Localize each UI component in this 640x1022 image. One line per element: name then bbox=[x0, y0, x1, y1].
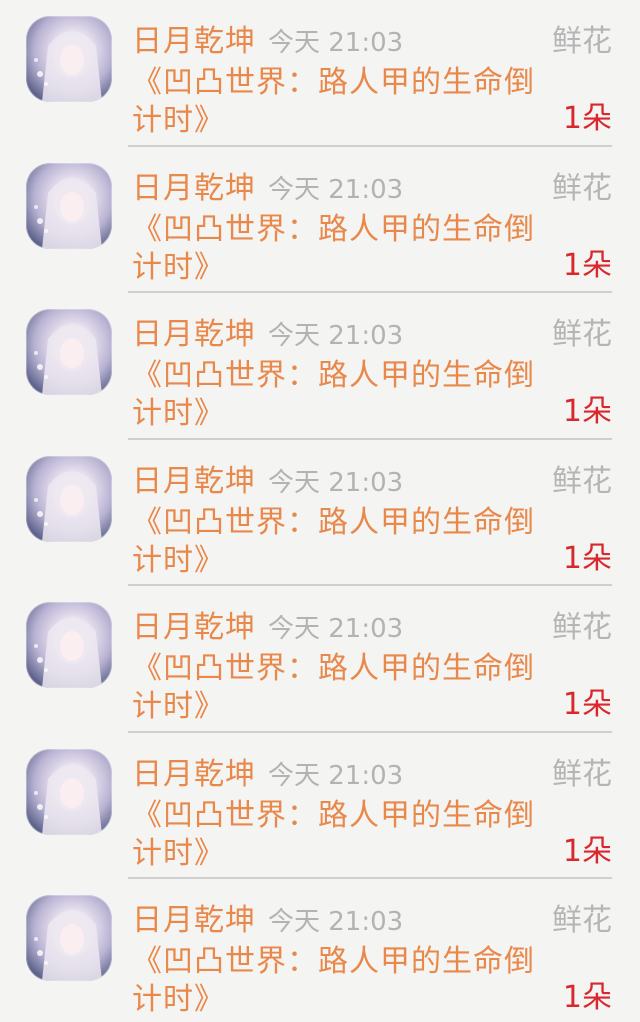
sender-name[interactable]: 日月乾坤 bbox=[132, 22, 256, 62]
list-item[interactable]: 日月乾坤 今天 21:03 鲜花 《凹凸世界：路人甲的生命倒计时》 1朵 bbox=[0, 147, 640, 293]
sender-name[interactable]: 日月乾坤 bbox=[132, 901, 256, 941]
book-title[interactable]: 《凹凸世界：路人甲的生命倒计时》 bbox=[132, 64, 562, 140]
avatar[interactable] bbox=[26, 309, 112, 395]
timestamp: 今天 21:03 bbox=[268, 174, 404, 205]
avatar[interactable] bbox=[26, 748, 112, 835]
timestamp: 今天 21:03 bbox=[268, 467, 404, 498]
gift-count: 1朵 bbox=[562, 540, 612, 576]
timestamp: 今天 21:03 bbox=[268, 28, 404, 58]
timestamp: 今天 21:03 bbox=[268, 907, 404, 937]
book-title[interactable]: 《凹凸世界：路人甲的生命倒计时》 bbox=[132, 797, 562, 873]
list-item[interactable]: 日月乾坤 今天 21:03 鲜花 《凹凸世界：路人甲的生命倒计时》 1朵 bbox=[0, 879, 640, 1022]
avatar[interactable] bbox=[26, 895, 112, 981]
book-title[interactable]: 《凹凸世界：路人甲的生命倒计时》 bbox=[132, 211, 562, 287]
list-item[interactable]: 日月乾坤 今天 21:03 鲜花 《凹凸世界：路人甲的生命倒计时》 1朵 bbox=[0, 440, 640, 586]
book-title[interactable]: 《凹凸世界：路人甲的生命倒计时》 bbox=[132, 650, 562, 726]
sender-name[interactable]: 日月乾坤 bbox=[132, 462, 256, 502]
book-title[interactable]: 《凹凸世界：路人甲的生命倒计时》 bbox=[132, 504, 562, 580]
sender-name[interactable]: 日月乾坤 bbox=[132, 608, 256, 648]
avatar[interactable] bbox=[26, 602, 112, 688]
avatar[interactable] bbox=[26, 455, 112, 542]
gift-count: 1朵 bbox=[562, 101, 612, 136]
sender-name[interactable]: 日月乾坤 bbox=[132, 315, 256, 355]
timestamp: 今天 21:03 bbox=[268, 760, 404, 791]
gift-count: 1朵 bbox=[562, 394, 612, 429]
gift-type: 鲜花 bbox=[552, 170, 612, 206]
list-item[interactable]: 日月乾坤 今天 21:03 鲜花 《凹凸世界：路人甲的生命倒计时》 1朵 bbox=[0, 0, 640, 147]
list-item[interactable]: 日月乾坤 今天 21:03 鲜花 《凹凸世界：路人甲的生命倒计时》 1朵 bbox=[0, 293, 640, 440]
gift-type: 鲜花 bbox=[552, 463, 612, 499]
book-title[interactable]: 《凹凸世界：路人甲的生命倒计时》 bbox=[132, 943, 562, 1019]
gift-type: 鲜花 bbox=[552, 756, 612, 792]
gift-type: 鲜花 bbox=[552, 317, 612, 352]
gift-record-list: 日月乾坤 今天 21:03 鲜花 《凹凸世界：路人甲的生命倒计时》 1朵 日月乾… bbox=[0, 0, 640, 1022]
list-item[interactable]: 日月乾坤 今天 21:03 鲜花 《凹凸世界：路人甲的生命倒计时》 1朵 bbox=[0, 733, 640, 879]
gift-count: 1朵 bbox=[562, 833, 612, 869]
timestamp: 今天 21:03 bbox=[268, 614, 404, 644]
avatar[interactable] bbox=[26, 162, 112, 249]
gift-count: 1朵 bbox=[562, 980, 612, 1015]
gift-type: 鲜花 bbox=[552, 903, 612, 938]
sender-name[interactable]: 日月乾坤 bbox=[132, 169, 256, 209]
book-title[interactable]: 《凹凸世界：路人甲的生命倒计时》 bbox=[132, 357, 562, 433]
list-item[interactable]: 日月乾坤 今天 21:03 鲜花 《凹凸世界：路人甲的生命倒计时》 1朵 bbox=[0, 586, 640, 733]
gift-type: 鲜花 bbox=[552, 610, 612, 645]
gift-count: 1朵 bbox=[562, 247, 612, 283]
avatar[interactable] bbox=[26, 16, 112, 102]
timestamp: 今天 21:03 bbox=[268, 321, 404, 351]
gift-type: 鲜花 bbox=[552, 24, 612, 59]
gift-count: 1朵 bbox=[562, 687, 612, 722]
sender-name[interactable]: 日月乾坤 bbox=[132, 755, 256, 795]
